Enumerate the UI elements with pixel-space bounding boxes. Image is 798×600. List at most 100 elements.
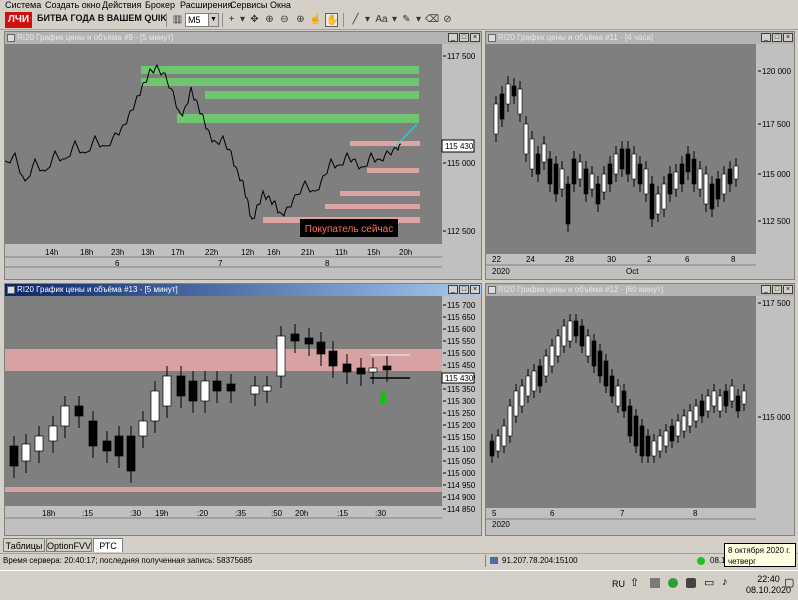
support-zone bbox=[141, 66, 419, 74]
chart-window-5m-13[interactable]: RI20 График цены и объёма #13 - [5 минут… bbox=[4, 283, 482, 536]
candle bbox=[519, 385, 525, 407]
candle bbox=[615, 385, 621, 407]
y-tick-label: 115 000 bbox=[762, 413, 791, 422]
separator bbox=[166, 13, 167, 27]
x-tick-label: 12h bbox=[241, 248, 254, 257]
chart-window-60m-12[interactable]: RI20 График цены и объёма #12 - [60 мину… bbox=[485, 283, 795, 536]
x-tick-label: 8 bbox=[325, 259, 330, 268]
volume-icon[interactable]: ♪ bbox=[722, 576, 728, 588]
y-tick-label: 115 350 bbox=[447, 385, 476, 394]
candle bbox=[621, 390, 627, 412]
price-chart-60m[interactable]: 117 500 115 000 5 6 7 8 2020 bbox=[486, 296, 794, 535]
x-tick-label: 28 bbox=[565, 255, 574, 264]
lchi-logo[interactable]: ЛЧИ bbox=[5, 12, 32, 28]
candle bbox=[276, 335, 286, 377]
timeframe-select[interactable]: M5 ▼ bbox=[185, 13, 219, 27]
move-icon[interactable]: ✥ bbox=[248, 13, 261, 27]
clear-drawings-icon[interactable]: ⊘ bbox=[441, 13, 454, 27]
notifications-icon[interactable]: ▢ bbox=[784, 576, 794, 589]
maximize-button[interactable]: □ bbox=[459, 33, 469, 42]
target-icon[interactable]: ⊕ bbox=[263, 13, 276, 27]
close-button[interactable]: × bbox=[783, 33, 793, 42]
price-chart-4h[interactable]: 120 000 117 500 115 000 112 500 22 24 28 30 2 6 8… bbox=[486, 44, 794, 279]
x-tick-label: 8 bbox=[693, 509, 698, 518]
candle bbox=[639, 425, 645, 457]
tab-optionfvv[interactable]: OptionFVV bbox=[46, 538, 92, 552]
price-chart-5m[interactable]: Покупатель сейчас 117 500115 000112 500 … bbox=[5, 44, 481, 279]
candle bbox=[176, 375, 186, 397]
timeframe-value: M5 bbox=[188, 15, 201, 25]
chart-window-4h-11[interactable]: RI20 График цены и объёма #11 - [4 часа]… bbox=[485, 31, 795, 280]
dropdown-icon[interactable]: ▾ bbox=[361, 13, 374, 27]
x-tick-label: 18h bbox=[42, 509, 55, 518]
menu-actions[interactable]: Действия bbox=[102, 0, 141, 10]
close-button[interactable]: × bbox=[470, 33, 480, 42]
zoom-in-icon[interactable]: ⊕ bbox=[294, 13, 307, 27]
menu-new-window[interactable]: Создать окно bbox=[45, 0, 101, 10]
resistance-zone bbox=[350, 141, 420, 146]
pan-tool-icon[interactable]: ✋ bbox=[325, 13, 338, 27]
maximize-button[interactable]: □ bbox=[459, 285, 469, 294]
battery-icon[interactable]: ▭ bbox=[704, 576, 714, 589]
hand-icon[interactable]: ☝ bbox=[309, 13, 322, 27]
chart-type-icon[interactable]: ▥ bbox=[171, 13, 184, 27]
y-tick-label: 115 550 bbox=[447, 337, 476, 346]
text-tool-icon[interactable]: Aa bbox=[375, 13, 388, 27]
candle bbox=[625, 148, 631, 175]
menu-services[interactable]: Сервисы bbox=[230, 0, 267, 10]
candle bbox=[645, 435, 651, 457]
tab-rts[interactable]: РТС bbox=[93, 538, 123, 552]
banner-text[interactable]: БИТВА ГОДА В ВАШЕМ QUIK bbox=[37, 13, 167, 23]
candle bbox=[669, 425, 675, 442]
tray-icon-1[interactable]: ⇧ bbox=[630, 576, 639, 589]
candle bbox=[655, 193, 661, 215]
dropdown-icon[interactable]: ▾ bbox=[412, 13, 425, 27]
x-tick-label: 8 bbox=[731, 255, 736, 264]
candle bbox=[697, 168, 703, 190]
price-chart-5m-candles[interactable]: 115 700 115 650 115 600 115 550 115 500 115 4… bbox=[5, 296, 481, 535]
close-button[interactable]: × bbox=[470, 285, 480, 294]
maximize-button[interactable]: □ bbox=[772, 285, 782, 294]
x-tick-label: 13h bbox=[141, 248, 154, 257]
menu-system[interactable]: Система bbox=[5, 0, 41, 10]
x-tick-label: 6 bbox=[550, 509, 555, 518]
candle bbox=[537, 365, 543, 387]
eraser-icon[interactable]: ⌫ bbox=[425, 13, 439, 27]
minimize-button[interactable]: _ bbox=[448, 285, 458, 294]
close-button[interactable]: × bbox=[783, 285, 793, 294]
x-tick-label: :20 bbox=[197, 509, 209, 518]
tray-icon-4[interactable] bbox=[686, 578, 696, 588]
menu-windows[interactable]: Окна bbox=[270, 0, 291, 10]
toolbar: ЛЧИ БИТВА ГОДА В ВАШЕМ QUIK ▥ M5 ▼ + ▾ ✥ … bbox=[0, 10, 798, 30]
candle bbox=[735, 395, 741, 412]
minimize-button[interactable]: _ bbox=[448, 33, 458, 42]
chart-window-5m-9[interactable]: RI20 График цены и объёма #9 - [5 минут]… bbox=[4, 31, 482, 280]
candle bbox=[114, 435, 124, 457]
chevron-down-icon: ▼ bbox=[208, 14, 218, 26]
menu-extensions[interactable]: Расширения bbox=[180, 0, 232, 10]
x-tick-label: Oct bbox=[626, 267, 639, 276]
candle bbox=[727, 168, 733, 185]
y-tick-label: 115 700 bbox=[447, 301, 476, 310]
language-indicator[interactable]: RU bbox=[612, 579, 625, 589]
candle bbox=[583, 168, 589, 195]
candle bbox=[382, 365, 392, 371]
tray-icon-2[interactable] bbox=[650, 578, 660, 588]
maximize-button[interactable]: □ bbox=[772, 33, 782, 42]
tray-icon-3[interactable] bbox=[668, 578, 678, 588]
minimize-button[interactable]: _ bbox=[761, 285, 771, 294]
candle bbox=[529, 138, 535, 170]
candle bbox=[559, 168, 565, 190]
last-price-box: 115 430 bbox=[445, 142, 474, 151]
tab-tables[interactable]: Таблицы bbox=[3, 538, 45, 552]
candle bbox=[663, 430, 669, 447]
x-tick-label: :30 bbox=[375, 509, 387, 518]
menu-broker[interactable]: Брокер bbox=[145, 0, 175, 10]
candle bbox=[328, 350, 338, 367]
candle bbox=[126, 435, 136, 472]
candle bbox=[699, 400, 705, 417]
window-title: RI20 График цены и объёма #12 - [60 мину… bbox=[486, 284, 794, 296]
date-tooltip: 8 октября 2020 г. четверг bbox=[724, 543, 796, 567]
zoom-out-icon[interactable]: ⊖ bbox=[278, 13, 291, 27]
minimize-button[interactable]: _ bbox=[761, 33, 771, 42]
